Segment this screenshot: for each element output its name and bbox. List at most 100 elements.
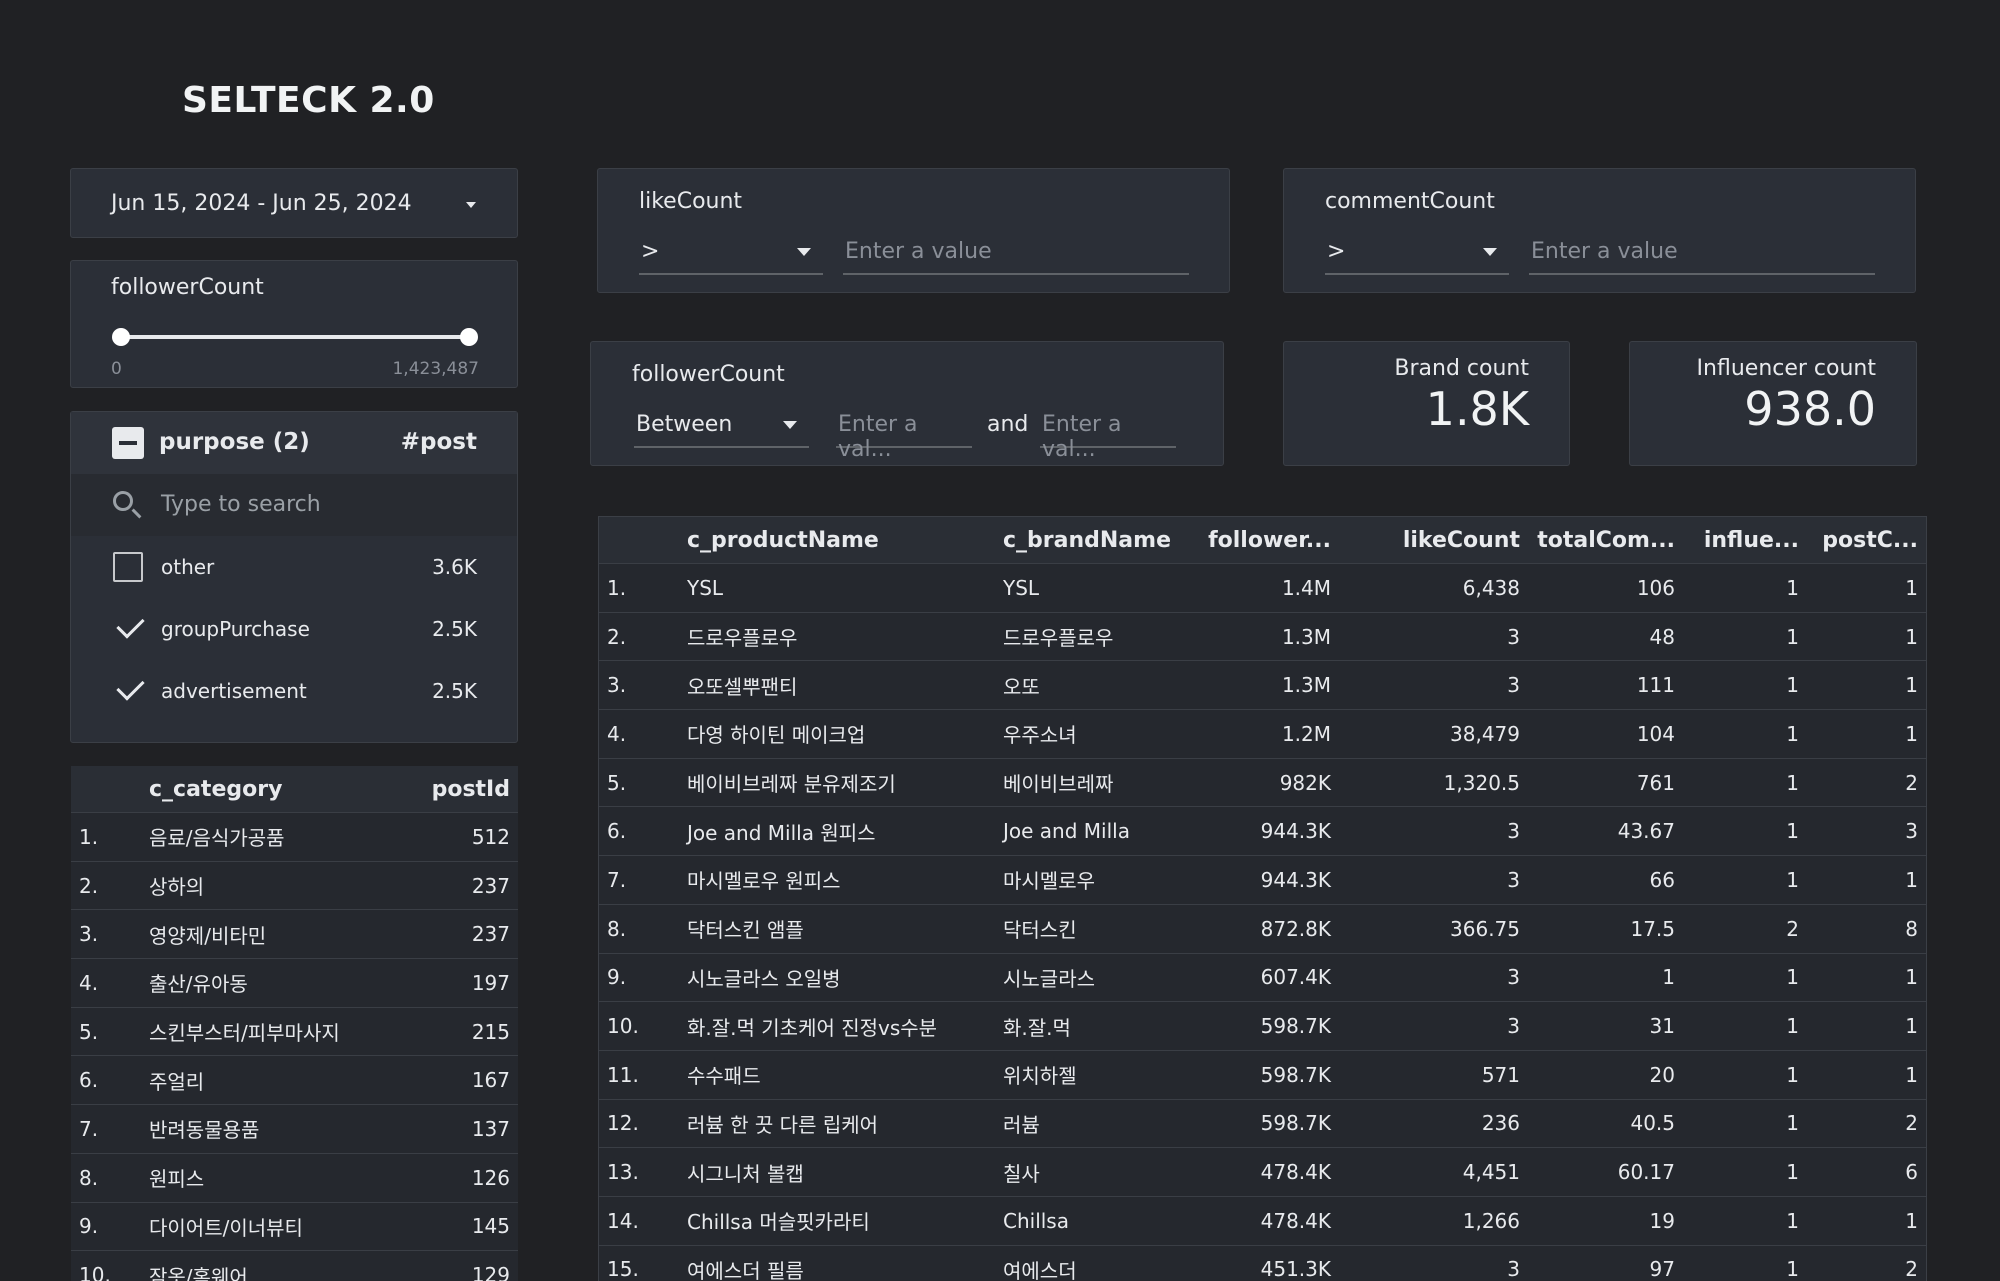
- purpose-header[interactable]: purpose (2) #post: [71, 412, 517, 474]
- follower-max-input[interactable]: Enter a val...: [1040, 406, 1176, 462]
- table-row[interactable]: 9. 다이어트/이너뷰티 145: [71, 1201, 518, 1251]
- checkbox-unchecked-icon[interactable]: [113, 552, 143, 582]
- category-header[interactable]: c_category: [141, 766, 408, 813]
- brand-count-value: 1.8K: [1425, 382, 1529, 436]
- checkmark-icon[interactable]: [116, 610, 145, 639]
- table-row[interactable]: 4. 다영 하이틴 메이크업 우주소녀 1.2M 38,479 104 1 1: [599, 709, 1926, 759]
- table-row[interactable]: 8. 원피스 126: [71, 1152, 518, 1202]
- table-row[interactable]: 2. 드로우플로우 드로우플로우 1.3M 3 48 1 1: [599, 611, 1926, 661]
- follower-header[interactable]: follower...: [1189, 517, 1339, 564]
- table-row[interactable]: 8. 닥터스킨 앰플 닥터스킨 872.8K 366.75 17.5 2 8: [599, 903, 1926, 953]
- postid-cell: 167: [408, 1055, 518, 1105]
- post-count-cell: 1: [1807, 1049, 1926, 1100]
- like-count-header[interactable]: likeCount: [1339, 517, 1528, 564]
- date-range-picker[interactable]: Jun 15, 2024 - Jun 25, 2024: [70, 168, 518, 238]
- follower-operator-select[interactable]: Between: [634, 406, 809, 448]
- influencer-cell: 1: [1683, 952, 1807, 1002]
- purpose-item-advertisement[interactable]: advertisement 2.5K: [71, 660, 517, 722]
- table-row[interactable]: 1. 음료/음식가공품 512: [71, 812, 518, 862]
- like-count-cell: 4,451: [1339, 1147, 1528, 1197]
- slider-track[interactable]: [121, 335, 469, 339]
- row-index: 7.: [71, 1104, 141, 1154]
- post-count-header[interactable]: postC...: [1807, 517, 1926, 564]
- table-row[interactable]: 7. 반려동물용품 137: [71, 1104, 518, 1154]
- table-row[interactable]: 5. 베이비브레짜 분유제조기 베이비브레짜 982K 1,320.5 761 1 2: [599, 757, 1926, 807]
- brand-name-cell: 드로우플로우: [995, 611, 1189, 661]
- table-row[interactable]: 9. 시노글라스 오일병 시노글라스 607.4K 3 1 1 1: [599, 952, 1926, 1002]
- postid-header[interactable]: postId: [408, 766, 518, 813]
- postid-cell: 137: [408, 1104, 518, 1154]
- table-row[interactable]: 13. 시그니처 볼캡 칠사 478.4K 4,451 60.17 1 6: [599, 1147, 1926, 1197]
- total-comment-cell: 43.67: [1528, 806, 1683, 856]
- influencer-count-label: Influencer count: [1696, 356, 1876, 381]
- slider-handle-max[interactable]: [460, 328, 478, 346]
- row-index: 10.: [71, 1250, 141, 1281]
- brand-name-cell: 러븀: [995, 1098, 1189, 1148]
- chevron-down-icon: [466, 202, 476, 208]
- product-name-header[interactable]: c_productName: [679, 517, 995, 564]
- total-comment-cell: 17.5: [1528, 903, 1683, 953]
- slider-handle-min[interactable]: [112, 328, 130, 346]
- product-name-cell: Joe and Milla 원피스: [679, 806, 995, 856]
- like-operator-select[interactable]: >: [639, 233, 823, 275]
- table-row[interactable]: 5. 스킨부스터/피부마사지 215: [71, 1006, 518, 1056]
- purpose-search[interactable]: Type to search: [71, 474, 517, 536]
- table-row[interactable]: 6. Joe and Milla 원피스 Joe and Milla 944.3K 3 4…: [599, 806, 1926, 856]
- row-index: 13.: [599, 1147, 679, 1197]
- comment-value-input[interactable]: Enter a value: [1529, 233, 1875, 275]
- brand-count-scorecard: Brand count 1.8K: [1283, 341, 1570, 466]
- table-row[interactable]: 2. 상하의 237: [71, 860, 518, 910]
- table-row[interactable]: 3. 오또셀뿌팬티 오또 1.3M 3 111 1 1: [599, 660, 1926, 710]
- follower-cell: 478.4K: [1189, 1195, 1339, 1246]
- category-cell: 음료/음식가공품: [141, 812, 408, 862]
- like-count-cell: 3: [1339, 855, 1528, 905]
- post-count-cell: 2: [1807, 1244, 1926, 1281]
- follower-cell: 451.3K: [1189, 1244, 1339, 1281]
- checkmark-icon[interactable]: [116, 672, 145, 701]
- like-value-input[interactable]: Enter a value: [843, 233, 1189, 275]
- follower-min-placeholder: Enter a val...: [838, 412, 918, 462]
- row-index: 1.: [599, 563, 679, 613]
- deselect-all-icon[interactable]: [112, 427, 144, 459]
- follower-cell: 1.3M: [1189, 660, 1339, 710]
- table-row[interactable]: 1. YSL YSL 1.4M 6,438 106 1 1: [599, 563, 1926, 613]
- influencer-header[interactable]: influe...: [1683, 517, 1807, 564]
- post-count-cell: 1: [1807, 611, 1926, 661]
- like-count-filter: likeCount > Enter a value: [597, 168, 1230, 293]
- table-row[interactable]: 11. 수수패드 위치하젤 598.7K 571 20 1 1: [599, 1049, 1926, 1100]
- post-count-cell: 1: [1807, 563, 1926, 613]
- influencer-cell: 1: [1683, 660, 1807, 710]
- total-comment-cell: 106: [1528, 563, 1683, 613]
- influencer-cell: 2: [1683, 903, 1807, 953]
- brand-name-cell: Joe and Milla: [995, 806, 1189, 856]
- table-row[interactable]: 15. 여에스더 필름 여에스더 451.3K 3 97 1 2: [599, 1244, 1926, 1281]
- purpose-item-other[interactable]: other 3.6K: [71, 536, 517, 598]
- table-row[interactable]: 3. 영양제/비타민 237: [71, 909, 518, 959]
- influencer-cell: 1: [1683, 1001, 1807, 1051]
- table-row[interactable]: 12. 러븀 한 끗 다른 립케어 러븀 598.7K 236 40.5 1 2: [599, 1098, 1926, 1148]
- purpose-item-grouppurchase[interactable]: groupPurchase 2.5K: [71, 598, 517, 660]
- follower-cell: 944.3K: [1189, 855, 1339, 905]
- table-row[interactable]: 10. 화.잘.먹 기초케어 진정vs수분 화.잘.먹 598.7K 3 31 1 1: [599, 1001, 1926, 1051]
- row-index: 2.: [599, 611, 679, 661]
- table-row[interactable]: 4. 출산/유아동 197: [71, 958, 518, 1008]
- table-row[interactable]: 14. Chillsa 머슬핏카라티 Chillsa 478.4K 1,266 19 1 1: [599, 1195, 1926, 1246]
- table-row[interactable]: 6. 주얼리 167: [71, 1055, 518, 1105]
- total-comment-header[interactable]: totalCom...: [1528, 517, 1683, 564]
- brand-name-header[interactable]: c_brandName: [995, 517, 1189, 564]
- total-comment-cell: 60.17: [1528, 1147, 1683, 1197]
- comment-operator-value: >: [1327, 239, 1346, 264]
- follower-min-input[interactable]: Enter a val...: [836, 406, 972, 462]
- comment-operator-select[interactable]: >: [1325, 233, 1509, 275]
- like-count-cell: 3: [1339, 660, 1528, 710]
- influencer-count-value: 938.0: [1744, 382, 1876, 436]
- table-row[interactable]: 10. 잠옷/홈웨어 129: [71, 1250, 518, 1281]
- postid-cell: 145: [408, 1201, 518, 1251]
- postid-cell: 512: [408, 812, 518, 862]
- purpose-item-label: other: [161, 555, 215, 579]
- product-name-cell: YSL: [679, 563, 995, 613]
- follower-count-filter: followerCount Between Enter a val... and…: [590, 341, 1224, 466]
- table-row[interactable]: 7. 마시멜로우 원피스 마시멜로우 944.3K 3 66 1 1: [599, 855, 1926, 905]
- brand-name-cell: 여에스더: [995, 1244, 1189, 1281]
- brand-name-cell: 화.잘.먹: [995, 1001, 1189, 1051]
